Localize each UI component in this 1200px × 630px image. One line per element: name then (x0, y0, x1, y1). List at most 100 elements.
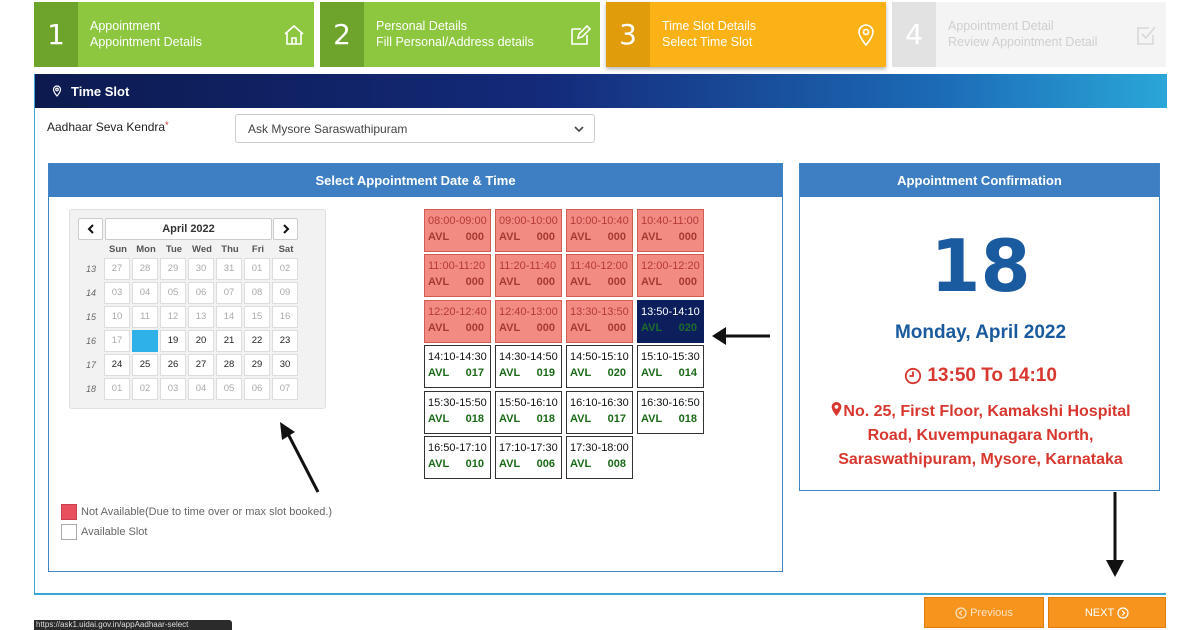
slot-time: 12:20-12:40 (428, 306, 487, 318)
next-button[interactable]: NEXT (1048, 597, 1166, 628)
slot-avl-label: AVL (428, 458, 450, 470)
time-slot-header: Time Slot (35, 74, 1167, 108)
calendar-day[interactable]: 11 (132, 306, 158, 328)
calendar-day[interactable]: 04 (188, 378, 214, 400)
time-slot: 08:00-09:00 AVL 000 (424, 209, 491, 252)
calendar-prev-button[interactable] (78, 218, 103, 240)
calendar-day[interactable]: 22 (244, 330, 270, 352)
time-slot: 10:00-10:40 AVL 000 (566, 209, 633, 252)
calendar-day[interactable]: 15 (244, 306, 270, 328)
time-slot[interactable]: 17:30-18:00 AVL 008 (566, 436, 633, 479)
calendar-day[interactable]: 03 (104, 282, 130, 304)
time-slot[interactable]: 16:50-17:10 AVL 010 (424, 436, 491, 479)
slot-count: 018 (678, 413, 697, 425)
slot-availability: AVL 010 (428, 456, 490, 472)
slot-time: 08:00-09:00 (428, 215, 487, 227)
clock-icon (904, 367, 922, 385)
calendar-day[interactable]: 05 (160, 282, 186, 304)
slot-avl-label: AVL (499, 231, 521, 243)
time-slot[interactable]: 14:30-14:50 AVL 019 (495, 345, 562, 388)
calendar-day[interactable]: 04 (132, 282, 158, 304)
calendar-day[interactable]: 08 (244, 282, 270, 304)
time-slot[interactable]: 16:30-16:50 AVL 018 (637, 391, 704, 434)
step-time-slot-details[interactable]: 3 Time Slot Details Select Time Slot (606, 2, 886, 67)
slot-availability: AVL 018 (428, 411, 490, 427)
calendar-day[interactable]: 14 (216, 306, 242, 328)
previous-button[interactable]: Previous (924, 597, 1044, 628)
calendar-day[interactable]: 16 (272, 306, 298, 328)
slot-count: 014 (678, 367, 697, 379)
step-title: Personal Details (376, 19, 468, 33)
time-slot[interactable]: 15:30-15:50 AVL 018 (424, 391, 491, 434)
step-appointment-detail[interactable]: 4 Appointment Detail Review Appointment … (892, 2, 1166, 67)
calendar-day[interactable]: 13 (188, 306, 214, 328)
calendar-month[interactable]: April 2022 (105, 218, 272, 240)
calendar-day[interactable]: 29 (160, 258, 186, 280)
calendar-day[interactable]: 28 (216, 354, 242, 376)
check-square-icon (1126, 2, 1166, 67)
calendar-day[interactable]: 07 (272, 378, 298, 400)
calendar-day[interactable]: 02 (272, 258, 298, 280)
calendar-day[interactable]: 01 (244, 258, 270, 280)
calendar-week-row: 18 01 02 03 04 05 06 07 (78, 378, 300, 402)
calendar-day[interactable]: 18 (132, 330, 158, 352)
calendar-day[interactable]: 12 (160, 306, 186, 328)
time-slot[interactable]: 17:10-17:30 AVL 006 (495, 436, 562, 479)
kendra-select[interactable]: Ask Mysore Saraswathipuram (235, 114, 595, 143)
calendar-day[interactable]: 27 (188, 354, 214, 376)
calendar-day[interactable]: 06 (244, 378, 270, 400)
step-title: Appointment Detail (948, 19, 1054, 33)
slot-availability: AVL 014 (641, 365, 703, 381)
calendar-day[interactable]: 30 (272, 354, 298, 376)
time-slot[interactable]: 16:10-16:30 AVL 017 (566, 391, 633, 434)
stepper: 1 Appointment Appointment Details 2 Pers… (34, 2, 1166, 67)
calendar-week-row: 14 03 04 05 06 07 08 09 (78, 282, 300, 306)
time-slot: 11:40-12:00 AVL 000 (566, 254, 633, 297)
calendar-day[interactable]: 29 (244, 354, 270, 376)
calendar-grid: Sun Mon Tue Wed Thu Fri Sat 13 27 28 29 30 31 01 02 14 0… (78, 244, 300, 402)
calendar-day[interactable]: 26 (160, 354, 186, 376)
arrow-to-slot-icon (712, 327, 770, 345)
calendar-day[interactable]: 21 (216, 330, 242, 352)
calendar-day[interactable]: 17 (104, 330, 130, 352)
time-slot[interactable]: 15:10-15:30 AVL 014 (637, 345, 704, 388)
calendar-day[interactable]: 28 (132, 258, 158, 280)
map-pin-icon (52, 85, 62, 97)
calendar-day[interactable]: 03 (160, 378, 186, 400)
calendar-day[interactable]: 20 (188, 330, 214, 352)
slot-availability: AVL 000 (428, 229, 490, 245)
calendar-day[interactable]: 07 (216, 282, 242, 304)
step-personal-details[interactable]: 2 Personal Details Fill Personal/Address… (320, 2, 600, 67)
slot-availability: AVL 020 (570, 365, 632, 381)
calendar-next-button[interactable] (273, 218, 298, 240)
calendar-day[interactable]: 23 (272, 330, 298, 352)
week-number: 14 (85, 288, 96, 298)
calendar-week-row: 13 27 28 29 30 31 01 02 (78, 258, 300, 282)
calendar-day[interactable]: 02 (132, 378, 158, 400)
calendar-day[interactable]: 01 (104, 378, 130, 400)
time-slot[interactable]: 14:50-15:10 AVL 020 (566, 345, 633, 388)
slot-time: 09:00-10:00 (499, 215, 558, 227)
time-slot[interactable]: 15:50-16:10 AVL 018 (495, 391, 562, 434)
slot-count: 017 (465, 367, 484, 379)
step-appointment[interactable]: 1 Appointment Appointment Details (34, 2, 314, 67)
slot-avl-label: AVL (428, 413, 450, 425)
confirmation-day: 18 (930, 224, 1031, 308)
calendar-day[interactable]: 24 (104, 354, 130, 376)
slot-time: 16:30-16:50 (641, 397, 700, 409)
calendar-day[interactable]: 10 (104, 306, 130, 328)
calendar-day[interactable]: 27 (104, 258, 130, 280)
calendar-day[interactable]: 05 (216, 378, 242, 400)
slot-avl-label: AVL (570, 322, 592, 334)
calendar-day[interactable]: 25 (132, 354, 158, 376)
calendar-day[interactable]: 09 (272, 282, 298, 304)
calendar-day[interactable]: 19 (160, 330, 186, 352)
calendar-day[interactable]: 06 (188, 282, 214, 304)
map-pin-icon (832, 401, 842, 417)
time-slot[interactable]: 13:50-14:10 AVL 020 (637, 300, 704, 343)
time-slot[interactable]: 14:10-14:30 AVL 017 (424, 345, 491, 388)
circle-arrow-right-icon (1117, 606, 1129, 619)
calendar-day[interactable]: 31 (216, 258, 242, 280)
calendar-day[interactable]: 30 (188, 258, 214, 280)
time-slot: 13:30-13:50 AVL 000 (566, 300, 633, 343)
